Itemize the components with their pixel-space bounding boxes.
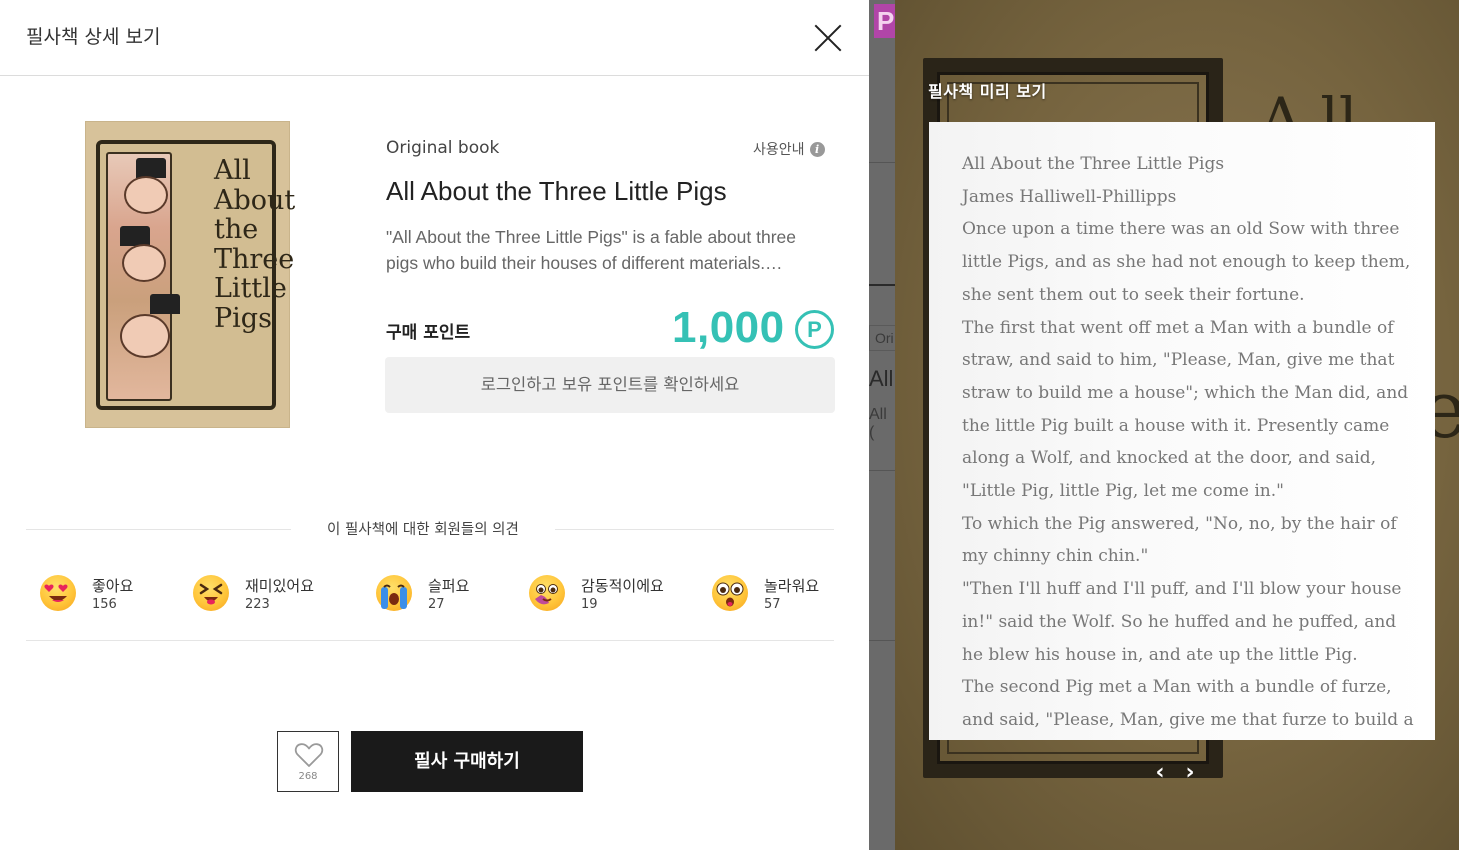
preview-text-line: Once upon a time there was an old Sow wi… [962,219,1400,240]
book-detail-modal: 필사책 상세 보기 All About the Three Little Pig… [0,0,869,850]
preview-text-line: "Then I'll huff and I'll puff, and I'll … [962,579,1402,600]
book-cover-title: All About the Three Little Pigs [214,156,295,333]
reaction-count: 57 [764,597,781,612]
background-divider [869,284,895,286]
preview-text-line: and said, "Please, Man, give me that fur… [962,709,1414,730]
cover-title-line: Three [214,243,295,275]
cover-title-line: Little [214,273,287,304]
cover-title-line: the [214,214,259,245]
reaction-label: 좋아요 [92,577,134,595]
preview-panel: A ll t e 필사책 미리 보기 All About the Three L… [895,0,1459,850]
book-cover-image: All About the Three Little Pigs [85,121,295,428]
preview-title: 필사책 미리 보기 [928,82,1047,101]
preview-text-line: All About the Three Little Pigs [962,154,1225,174]
background-divider [869,470,895,471]
background-divider [869,640,895,641]
cover-title-line: All [214,155,251,186]
preview-text-line: the little Pig built a house with it. Pr… [962,415,1390,436]
background-tag: Ori [869,325,895,351]
preview-text-line: straw to build me a house"; which the Ma… [962,382,1409,403]
modal-header: 필사책 상세 보기 [0,0,869,76]
reaction-count: 156 [92,597,117,612]
touched-emoji-icon [529,575,565,611]
background-page-strip: P Ori All All ( [869,0,895,850]
surprised-emoji-icon [712,575,748,611]
heart-eyes-emoji-icon [40,575,76,611]
pig-hat-icon [150,294,180,314]
preview-text-line: he blew his house in, and ate up the lit… [962,644,1358,665]
reaction-count: 19 [581,597,598,612]
preview-text-line: little Pigs, and as she had not enough t… [962,252,1411,273]
preview-text-line: straw, and said to him, "Please, Man, gi… [962,350,1395,371]
buy-transcription-button[interactable]: 필사 구매하기 [351,731,583,792]
usage-guide-link[interactable]: 사용안내 i [753,139,825,159]
preview-pager: ‹ › [1153,758,1197,788]
original-book-label: Original book [386,138,500,158]
background-title-text: All [869,366,894,391]
like-count: 268 [298,771,318,782]
reaction-label: 놀라워요 [764,577,820,595]
background-logo-badge: P [874,4,895,38]
heart-icon [294,743,324,767]
reaction-label: 감동적이에요 [581,577,664,595]
opinion-section-title: 이 필사책에 대한 회원들의 의견 [291,518,555,539]
preview-text-line: The second Pig met a Man with a bundle o… [962,677,1392,698]
info-icon[interactable]: i [809,141,825,157]
preview-text-line: The first that went off met a Man with a… [962,317,1394,338]
purchase-points-label: 구매 포인트 [386,323,471,343]
reaction-list: 좋아요 156 재미있어요 223 슬퍼요 27 감동적이에요 19 놀라워요 … [26,565,834,641]
login-check-points-button[interactable]: 로그인하고 보유 포인트를 확인하세요 [385,357,835,413]
preview-text-line: my chinny chin chin." [962,546,1149,567]
reaction-label: 재미있어요 [245,577,315,595]
cover-title-line: About [214,184,296,216]
purchase-points-value: 1,000 [672,303,785,352]
preview-text-line: she sent them out to seek their fortune. [962,284,1305,305]
close-icon[interactable] [813,23,843,53]
pig-hat-icon [136,158,166,178]
crying-emoji-icon [376,575,412,611]
pig-illustration-icon [124,176,168,214]
pig-hat-icon [120,226,150,246]
background-desc-text: All ( [869,406,887,441]
preview-text-line: along a Wolf, and knocked at the door, a… [962,448,1377,469]
point-coin-icon: P [795,310,834,349]
background-divider [869,162,895,163]
preview-text-page[interactable]: All About the Three Little Pigs James Hal… [929,122,1435,740]
book-description: "All About the Three Little Pigs" is a f… [386,227,796,273]
reaction-label: 슬퍼요 [428,577,470,595]
preview-text-line: "Little Pig, little Pig, let me come in.… [962,481,1284,502]
modal-title: 필사책 상세 보기 [26,26,161,48]
reaction-count: 27 [428,597,445,612]
preview-text-line: James Halliwell-Phillipps [962,186,1177,207]
laughing-squint-emoji-icon [193,575,229,611]
like-button[interactable]: 268 [277,731,339,792]
chevron-right-icon[interactable]: › [1183,758,1197,788]
pig-illustration-icon [120,314,170,358]
preview-text-line: in!" said the Wolf. So he huffed and he … [962,611,1397,632]
chevron-left-icon[interactable]: ‹ [1153,758,1167,788]
book-title: All About the Three Little Pigs [386,176,727,206]
preview-text-line: To which the Pig answered, "No, no, by t… [962,513,1397,534]
pig-illustration-icon [122,244,166,282]
cover-title-line: Pigs [214,302,272,334]
reaction-count: 223 [245,597,270,612]
usage-guide-label: 사용안내 [753,142,805,158]
